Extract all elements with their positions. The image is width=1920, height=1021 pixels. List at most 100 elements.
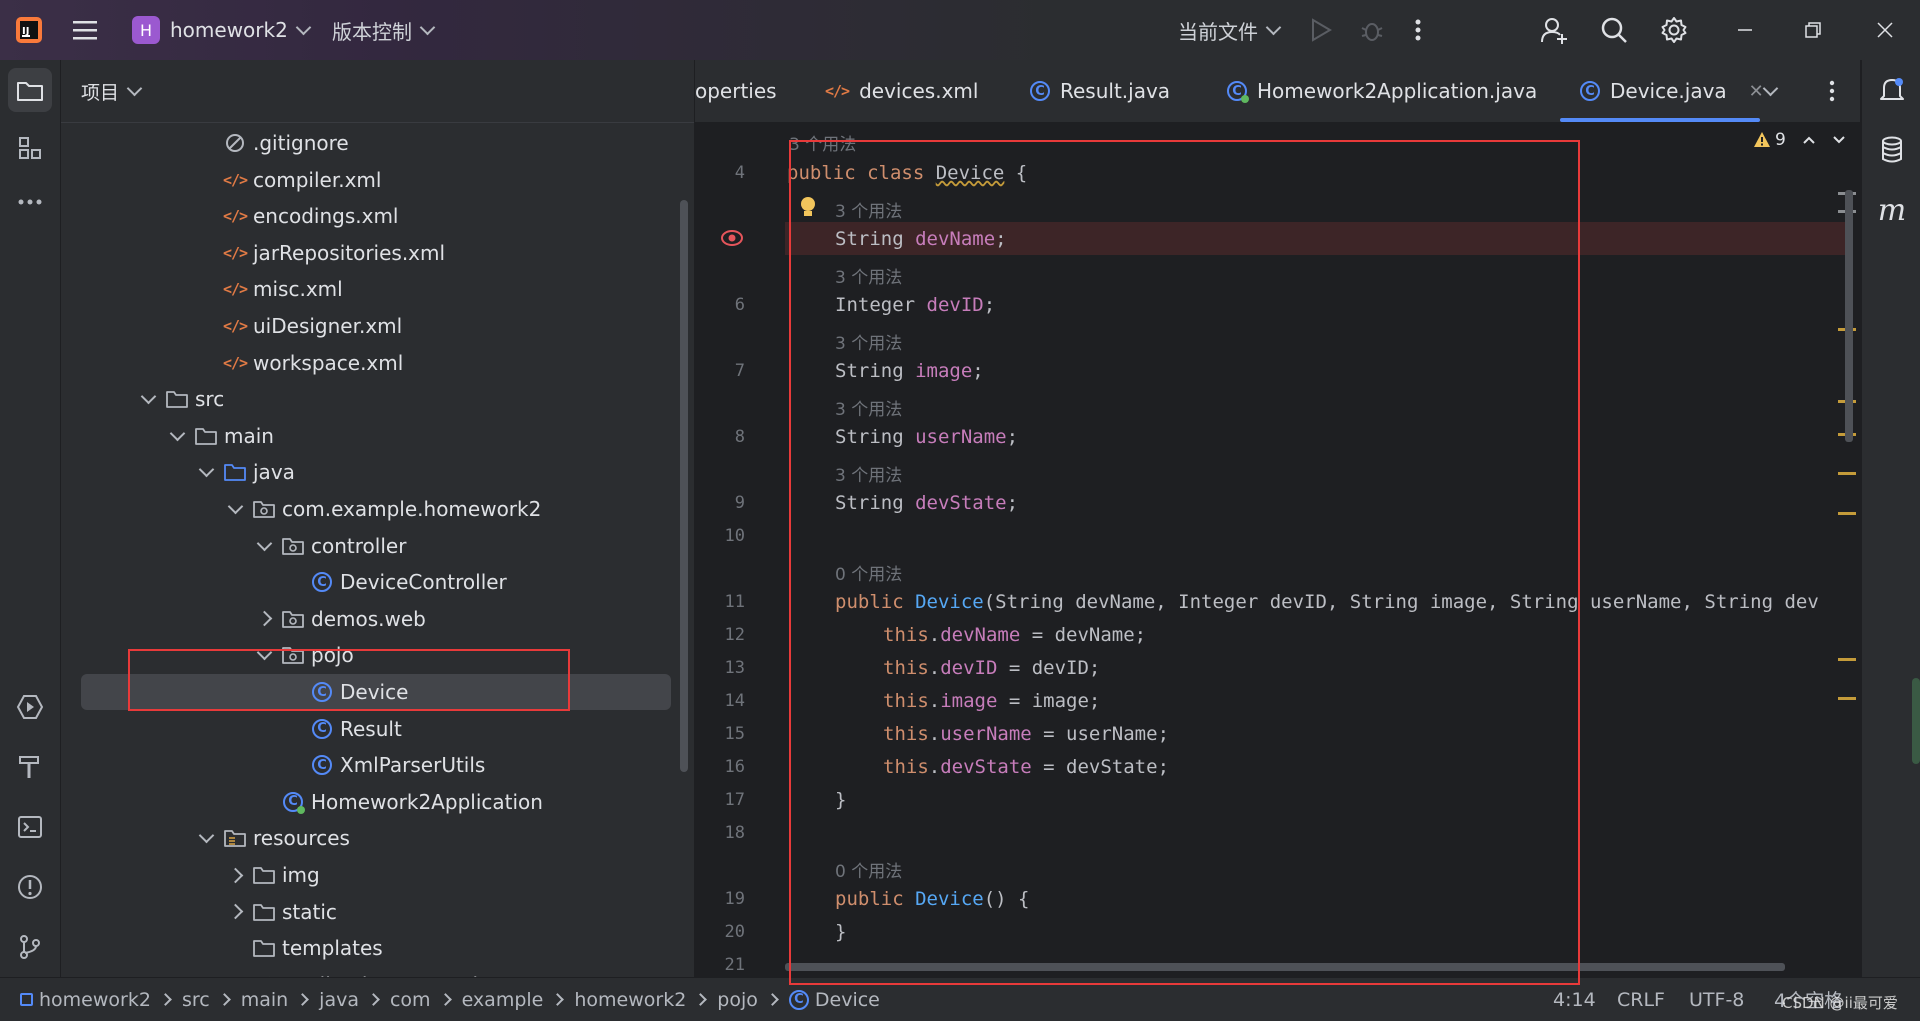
line-separator[interactable]: CRLF: [1617, 989, 1665, 1011]
database-icon[interactable]: [1870, 128, 1914, 172]
tree-item-com-example-homework2[interactable]: com.example.homework2: [61, 491, 694, 527]
chevron-right-icon[interactable]: [253, 611, 275, 627]
structure-icon[interactable]: [8, 126, 52, 170]
tree-item-workspace-xml[interactable]: </> workspace.xml: [61, 345, 694, 381]
project-tool-folder-icon[interactable]: [8, 68, 52, 112]
prev-highlight-icon[interactable]: [1802, 135, 1816, 145]
close-tab-icon[interactable]: ✕: [1749, 81, 1764, 102]
tree-item-demos-web[interactable]: demos.web: [61, 601, 694, 637]
chevron-down-icon[interactable]: [253, 535, 275, 551]
tree-item-jarrepositories-xml[interactable]: </> jarRepositories.xml: [61, 235, 694, 271]
code-line[interactable]: String devName;: [835, 228, 1007, 250]
tree-item-devicecontroller[interactable]: C DeviceController: [61, 564, 694, 600]
breadcrumb-item[interactable]: src: [182, 989, 210, 1011]
run-icon[interactable]: [1310, 0, 1332, 60]
chevron-down-icon[interactable]: [224, 498, 246, 515]
usage-hint[interactable]: 3 个用法: [835, 395, 902, 420]
tree-item-encodings-xml[interactable]: </> encodings.xml: [61, 198, 694, 234]
breadcrumb-item[interactable]: example: [462, 989, 544, 1011]
intention-bulb-icon[interactable]: [799, 195, 817, 223]
vcs-menu[interactable]: 版本控制: [332, 0, 436, 60]
debug-icon[interactable]: [1360, 0, 1384, 60]
chevron-down-icon[interactable]: [253, 645, 275, 661]
code-line[interactable]: }: [835, 789, 846, 811]
breakpoint-icon[interactable]: [721, 228, 743, 252]
project-view-selector[interactable]: 项目: [81, 60, 143, 122]
breadcrumb-item[interactable]: main: [241, 989, 288, 1011]
code-line[interactable]: this.devID = devID;: [883, 657, 1100, 679]
chevron-right-icon[interactable]: [224, 903, 246, 920]
tree-item-src[interactable]: src: [61, 381, 694, 417]
code-line[interactable]: Integer devID;: [835, 294, 995, 316]
usage-hint[interactable]: 3 个用法: [835, 329, 902, 354]
chevron-down-icon[interactable]: [166, 425, 188, 442]
run-config-selector[interactable]: 当前文件: [1178, 0, 1282, 60]
next-highlight-icon[interactable]: [1832, 135, 1846, 145]
minimize-icon[interactable]: [1736, 0, 1754, 60]
breadcrumb-item[interactable]: Device: [815, 989, 880, 1011]
tab-operties[interactable]: operties: [695, 60, 777, 122]
tree-item-resources[interactable]: resources: [61, 820, 694, 856]
search-icon[interactable]: [1600, 0, 1628, 60]
tree-item-templates[interactable]: templates: [61, 930, 694, 966]
usage-hint[interactable]: 0 个用法: [835, 857, 902, 882]
file-encoding[interactable]: UTF-8: [1689, 989, 1744, 1011]
tree-item-xmlparserutils[interactable]: C XmlParserUtils: [61, 747, 694, 783]
tree-item-gitignore[interactable]: .gitignore: [61, 125, 694, 161]
maven-icon[interactable]: m: [1870, 188, 1914, 232]
usage-hint[interactable]: 3 个用法: [789, 130, 856, 155]
code-line[interactable]: this.devState = devState;: [883, 756, 1169, 778]
code-line[interactable]: this.image = image;: [883, 690, 1100, 712]
breadcrumb-item[interactable]: pojo: [717, 989, 758, 1011]
build-hammer-icon[interactable]: [8, 745, 52, 789]
tree-item-result[interactable]: C Result: [61, 711, 694, 747]
tab-homework2application-java[interactable]: C Homework2Application.java: [1227, 60, 1537, 122]
editor-horizontal-scrollbar[interactable]: [785, 963, 1785, 971]
tab-device-java[interactable]: C Device.java ✕: [1560, 60, 1764, 122]
code-line[interactable]: public class Device {: [787, 162, 1027, 184]
tree-item-compiler-xml[interactable]: </> compiler.xml: [61, 162, 694, 198]
tree-item-pojo[interactable]: pojo: [61, 637, 694, 673]
usage-hint[interactable]: 3 个用法: [835, 461, 902, 486]
breadcrumb-item[interactable]: homework2: [39, 989, 151, 1011]
restore-icon[interactable]: [1804, 0, 1822, 60]
close-window-icon[interactable]: [1876, 0, 1894, 60]
code-line[interactable]: String image;: [835, 360, 984, 382]
main-menu-icon[interactable]: [72, 0, 98, 60]
chevron-right-icon[interactable]: [224, 867, 246, 883]
tree-item-java[interactable]: java: [61, 454, 694, 490]
inspection-widget[interactable]: 9: [1753, 130, 1846, 150]
tree-item-img[interactable]: img: [61, 857, 694, 893]
tree-item-static[interactable]: static: [61, 894, 694, 930]
tab-list-dropdown-icon[interactable]: [1762, 60, 1779, 122]
app-logo-icon[interactable]: IJ: [14, 0, 44, 60]
usage-hint[interactable]: 3 个用法: [835, 263, 902, 288]
project-tree-scrollbar[interactable]: [680, 200, 688, 772]
tree-item-main[interactable]: main: [61, 418, 694, 454]
project-switcher[interactable]: H homework2: [132, 0, 312, 60]
breadcrumb-item[interactable]: java: [319, 989, 359, 1011]
tab-more-actions-icon[interactable]: [1829, 60, 1835, 122]
editor-vertical-scrollbar[interactable]: [1845, 190, 1853, 442]
terminal-icon[interactable]: [8, 805, 52, 849]
code-line[interactable]: public Device(String devName, Integer de…: [835, 591, 1819, 613]
tree-item-misc-xml[interactable]: </> misc.xml: [61, 271, 694, 307]
git-branch-icon[interactable]: [8, 925, 52, 969]
caret-position[interactable]: 4:14: [1553, 989, 1596, 1011]
code-line[interactable]: this.devName = devName;: [883, 624, 1146, 646]
add-user-icon[interactable]: [1540, 0, 1568, 60]
more-actions-icon[interactable]: [1414, 0, 1422, 60]
code-line[interactable]: }: [835, 921, 846, 943]
code-line[interactable]: String devState;: [835, 492, 1018, 514]
usage-hint[interactable]: 0 个用法: [835, 560, 902, 585]
breadcrumb-item[interactable]: homework2: [574, 989, 686, 1011]
problems-icon[interactable]: [8, 865, 52, 909]
breadcrumb-item[interactable]: com: [390, 989, 431, 1011]
chevron-down-icon[interactable]: [195, 462, 217, 478]
tree-item-homework2application[interactable]: C Homework2Application: [61, 784, 694, 820]
usage-hint[interactable]: 3 个用法: [835, 197, 902, 222]
tab-result-java[interactable]: C Result.java: [1030, 60, 1170, 122]
tree-item-application-properties[interactable]: application.properties: [61, 967, 694, 977]
more-tools-icon[interactable]: [8, 180, 52, 224]
chevron-down-icon[interactable]: [195, 828, 217, 844]
